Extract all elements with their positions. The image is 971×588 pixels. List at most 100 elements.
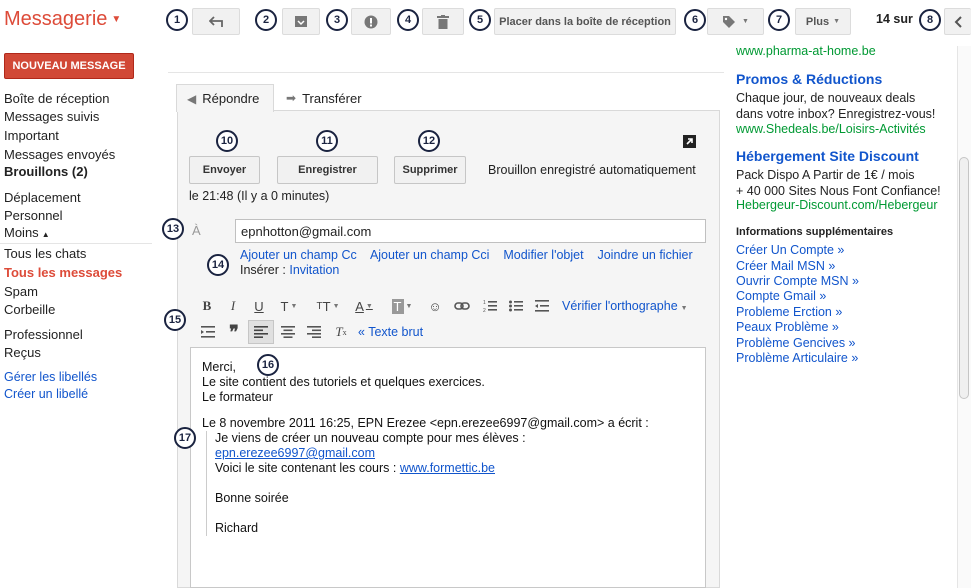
spellcheck-dropdown[interactable]: Vérifier l'orthographe ▼	[562, 299, 688, 313]
quote-header: Le 8 novembre 2011 16:25, EPN Erezee <ep…	[202, 416, 649, 430]
save-button[interactable]: Enregistrer	[277, 156, 378, 184]
send-button[interactable]: Envoyer	[189, 156, 260, 184]
nav-label-professionnel[interactable]: Professionnel	[4, 327, 83, 342]
callout-badge: 8	[919, 9, 941, 31]
nav-spam[interactable]: Spam	[4, 284, 38, 299]
previous-page-button[interactable]	[944, 8, 971, 35]
body-line: Le formateur	[202, 390, 273, 404]
forward-icon: ➡	[286, 91, 297, 105]
nav-drafts[interactable]: Brouillons (2)	[4, 164, 88, 179]
callout-badge: 6	[684, 9, 706, 31]
highlight-icon[interactable]: T ▼	[388, 296, 416, 316]
svg-text:1: 1	[483, 300, 486, 306]
nav-less[interactable]: Moins ▲	[4, 225, 50, 240]
related-link[interactable]: Problème Articulaire »	[736, 351, 858, 365]
align-right-icon[interactable]	[304, 322, 324, 342]
to-input[interactable]	[235, 219, 706, 243]
nav-sent[interactable]: Messages envoyés	[4, 147, 115, 162]
spam-icon	[364, 15, 378, 28]
related-link[interactable]: Probleme Erction »	[736, 305, 842, 319]
quote-email-link[interactable]: epn.erezee6997@gmail.com	[215, 446, 375, 460]
tab-forward[interactable]: ➡ Transférer	[286, 84, 362, 112]
related-link[interactable]: Créer Un Compte »	[736, 243, 844, 257]
nav-all-mail[interactable]: Tous les messages	[4, 265, 122, 280]
nav-label-deplacement[interactable]: Déplacement	[4, 190, 81, 205]
archive-button[interactable]	[282, 8, 320, 35]
nav-all-chats[interactable]: Tous les chats	[4, 246, 86, 261]
callout-badge: 4	[397, 9, 419, 31]
font-icon[interactable]: T ▼	[278, 296, 300, 316]
app-title[interactable]: Messagerie ▼	[4, 8, 121, 31]
ad-text: + 40 000 Sites Nous Font Confiance!	[736, 184, 941, 198]
nav-important[interactable]: Important	[4, 128, 59, 143]
autosave-status: Brouillon enregistré automatiquement	[488, 163, 696, 177]
callout-badge: 15	[164, 309, 186, 331]
quoted-message: Je viens de créer un nouveau compte pour…	[206, 431, 702, 536]
callout-badge: 3	[326, 9, 348, 31]
scrollbar-thumb[interactable]	[959, 157, 969, 399]
align-center-icon[interactable]	[278, 322, 298, 342]
manage-labels-link[interactable]: Gérer les libellés	[4, 370, 97, 384]
delete-button[interactable]	[422, 8, 464, 35]
related-link[interactable]: Problème Gencives »	[736, 336, 856, 350]
trash-icon	[437, 14, 449, 29]
report-spam-button[interactable]	[351, 8, 391, 35]
ad-title[interactable]: Promos & Réductions	[736, 71, 882, 87]
insert-row: Insérer : Invitation	[240, 263, 339, 277]
create-label-link[interactable]: Créer un libellé	[4, 387, 88, 401]
indent-less-icon[interactable]	[532, 296, 552, 316]
move-to-inbox-button[interactable]: Placer dans la boîte de réception	[494, 8, 676, 35]
plain-text-link[interactable]: « Texte brut	[358, 325, 423, 339]
chevron-down-icon: ▼	[833, 18, 841, 25]
chevron-down-icon: ▼	[680, 305, 688, 312]
quote-site-link[interactable]: www.formettic.be	[400, 461, 495, 475]
indent-more-icon[interactable]	[198, 322, 218, 342]
related-link[interactable]: Ouvrir Compte MSN »	[736, 274, 859, 288]
message-body[interactable]: Merci, Le site contient des tutoriels et…	[190, 347, 706, 588]
bold-icon[interactable]: B	[198, 296, 216, 316]
ad-url[interactable]: www.Shedeals.be/Loisirs-Activités	[736, 122, 926, 136]
nav-inbox[interactable]: Boîte de réception	[4, 91, 110, 106]
ad-text: Pack Dispo A Partir de 1€ / mois	[736, 168, 915, 182]
callout-badge: 16	[257, 354, 279, 376]
related-link[interactable]: Peaux Problème »	[736, 320, 839, 334]
related-link[interactable]: Compte Gmail »	[736, 289, 826, 303]
nav-label-recus[interactable]: Reçus	[4, 345, 41, 360]
bulleted-list-icon[interactable]	[506, 296, 526, 316]
emoji-icon[interactable]: ☺	[426, 296, 444, 316]
labels-button[interactable]: ▼	[707, 8, 764, 35]
callout-badge: 11	[316, 130, 338, 152]
related-link[interactable]: Créer Mail MSN »	[736, 259, 835, 273]
popout-icon[interactable]	[683, 135, 696, 148]
more-button[interactable]: Plus ▼	[795, 8, 851, 35]
text-color-icon[interactable]: A ▼	[352, 296, 376, 316]
compose-button[interactable]: NOUVEAU MESSAGE	[4, 53, 134, 79]
more-info-heading: Informations supplémentaires	[736, 226, 894, 238]
discard-button[interactable]: Supprimer	[394, 156, 466, 184]
numbered-list-icon[interactable]: 12	[480, 296, 500, 316]
quote-icon[interactable]: ❞	[224, 322, 244, 342]
add-bcc-link[interactable]: Ajouter un champ Cci	[370, 248, 490, 262]
add-cc-link[interactable]: Ajouter un champ Cc	[240, 248, 357, 262]
nav-starred[interactable]: Messages suivis	[4, 109, 99, 124]
align-left-icon[interactable]	[248, 320, 274, 344]
nav-trash[interactable]: Corbeille	[4, 302, 55, 317]
remove-formatting-icon[interactable]: Tx	[330, 322, 352, 342]
ad-text: dans votre inbox? Enregistrez-vous!	[736, 107, 936, 121]
callout-badge: 2	[255, 9, 277, 31]
ad-title[interactable]: Hébergement Site Discount	[736, 148, 919, 164]
font-size-icon[interactable]: T T ▼	[314, 296, 342, 316]
attach-file-link[interactable]: Joindre un fichier	[597, 248, 692, 262]
invitation-link[interactable]: Invitation	[289, 263, 339, 277]
nav-label-personnel[interactable]: Personnel	[4, 208, 63, 223]
back-button[interactable]	[192, 8, 240, 35]
edit-subject-link[interactable]: Modifier l'objet	[503, 248, 583, 262]
recipient-actions: Ajouter un champ Cc Ajouter un champ Cci…	[240, 248, 693, 262]
ad-url[interactable]: Hebergeur-Discount.com/Hebergeur	[736, 198, 937, 212]
ad-url[interactable]: www.pharma-at-home.be	[736, 44, 876, 58]
callout-badge: 5	[469, 9, 491, 31]
tab-reply[interactable]: ◀ Répondre	[176, 84, 274, 112]
underline-icon[interactable]: U	[250, 296, 268, 316]
italic-icon[interactable]: I	[224, 296, 242, 316]
link-icon[interactable]	[452, 296, 472, 316]
